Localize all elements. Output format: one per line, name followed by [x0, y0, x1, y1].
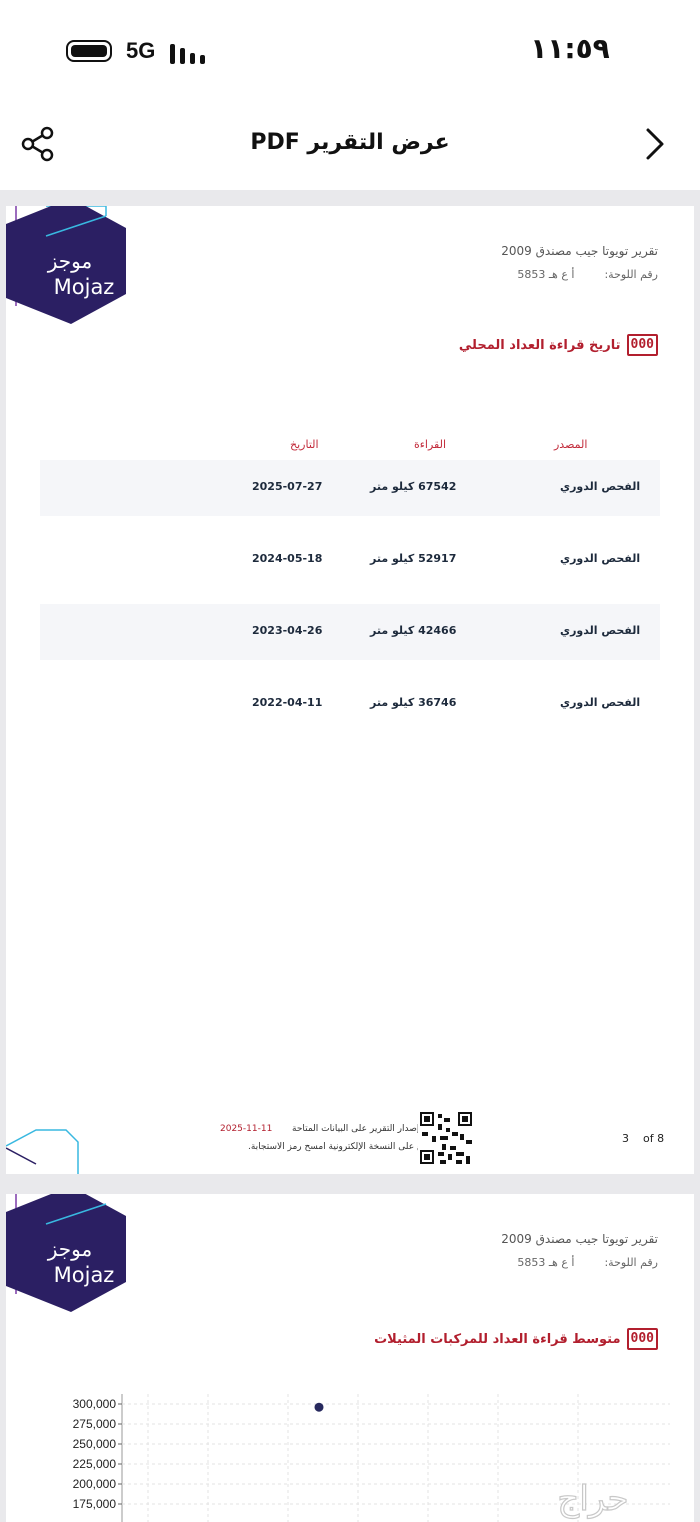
y-tick-label: 225,000 — [73, 1457, 117, 1471]
row-source: الفحص الدوري — [560, 624, 641, 637]
page-number: 3 of 8 — [622, 1132, 664, 1145]
logo-arabic: موجز — [47, 1237, 92, 1261]
logo-arabic: موجز — [47, 249, 92, 273]
row-reading: 36746 كيلو متر — [370, 696, 457, 709]
table-header: المصدر القراءة التاريخ — [40, 434, 660, 458]
y-tick-label: 275,000 — [73, 1417, 117, 1431]
odometer-icon: 000 — [626, 1328, 658, 1350]
row-date: 2022-04-11 — [252, 696, 323, 709]
row-date: 2024-05-18 — [252, 552, 323, 565]
issued-date: 2025-11-11 — [220, 1124, 273, 1134]
plate-value: أ ع هـ 5853 — [517, 1256, 575, 1269]
signal-icon — [170, 40, 206, 64]
scan-text: للاطلاع على النسخة الإلكترونية امسح رمز … — [248, 1142, 443, 1152]
table-row: الفحص الدوري 36746 كيلو متر 2022-04-11 — [40, 676, 660, 732]
plate-label: رقم اللوحة: — [604, 1256, 658, 1269]
section-title-text: متوسط قراءة العداد للمركبات المثيلات — [374, 1331, 621, 1347]
watermark-text: حراج — [557, 1479, 628, 1519]
row-source: الفحص الدوري — [560, 696, 641, 709]
table-row: الفحص الدوري 52917 كيلو متر 2024-05-18 — [40, 532, 660, 588]
row-date: 2023-04-26 — [252, 624, 323, 637]
pdf-page: موجز Mojaz تقرير تويوتا جيب مصندق 2009 ر… — [6, 206, 694, 1174]
share-icon[interactable] — [20, 126, 56, 162]
row-source: الفحص الدوري — [560, 480, 641, 493]
y-tick-label: 300,000 — [73, 1397, 117, 1411]
row-source: الفحص الدوري — [560, 552, 641, 565]
chevron-right-icon[interactable] — [640, 126, 670, 162]
haraj-watermark: حراج — [557, 1478, 629, 1519]
clock: ١١:٥٩ — [530, 32, 610, 65]
plate-row: رقم اللوحة: أ ع هـ 5853 — [517, 1256, 658, 1269]
mojaz-logo: موجز Mojaz — [6, 1194, 126, 1312]
pdf-viewer[interactable]: موجز Mojaz تقرير تويوتا جيب مصندق 2009 ر… — [0, 190, 700, 1522]
plate-row: رقم اللوحة: أ ع هـ 5853 — [517, 268, 658, 281]
section-title: 000 متوسط قراءة العداد للمركبات المثيلات — [374, 1328, 658, 1350]
mojaz-logo: موجز Mojaz — [6, 206, 126, 324]
report-title: تقرير تويوتا جيب مصندق 2009 — [501, 1232, 658, 1246]
plate-label: رقم اللوحة: — [604, 268, 658, 281]
row-reading: 42466 كيلو متر — [370, 624, 457, 637]
row-date: 2025-07-27 — [252, 480, 323, 493]
table-row: الفحص الدوري 42466 كيلو متر 2023-04-26 — [40, 604, 660, 660]
y-tick-label: 250,000 — [73, 1437, 117, 1451]
logo-english: Mojaz — [54, 1263, 115, 1287]
y-tick-label: 200,000 — [73, 1477, 117, 1491]
page-current: 3 — [622, 1132, 629, 1145]
footer-decoration — [6, 1129, 79, 1174]
header-reading: القراءة — [414, 438, 447, 451]
qr-code-icon — [418, 1110, 474, 1166]
y-tick-label: 175,000 — [73, 1497, 117, 1511]
page-total: of 8 — [643, 1132, 665, 1145]
page-title: عرض التقرير PDF — [250, 130, 450, 155]
data-point — [314, 1402, 324, 1412]
plate-value: أ ع هـ 5853 — [517, 268, 575, 281]
row-reading: 52917 كيلو متر — [370, 552, 457, 565]
issued-text: تم إصدار التقرير على البيانات المتاحة — [292, 1124, 431, 1134]
report-title: تقرير تويوتا جيب مصندق 2009 — [501, 244, 658, 258]
pdf-page: موجز Mojaz تقرير تويوتا جيب مصندق 2009 ر… — [6, 1194, 694, 1522]
odometer-icon: 000 — [626, 334, 658, 356]
section-title-text: تاريخ قراءة العداد المحلي — [458, 337, 621, 353]
table-row: الفحص الدوري 67542 كيلو متر 2025-07-27 — [40, 460, 660, 516]
logo-english: Mojaz — [54, 275, 115, 299]
section-title: 000 تاريخ قراءة العداد المحلي — [459, 334, 658, 356]
battery-icon — [66, 40, 112, 62]
network-type: 5G — [126, 38, 156, 63]
row-reading: 67542 كيلو متر — [370, 480, 457, 493]
header-source: المصدر — [554, 438, 588, 451]
header-date: التاريخ — [290, 438, 319, 451]
